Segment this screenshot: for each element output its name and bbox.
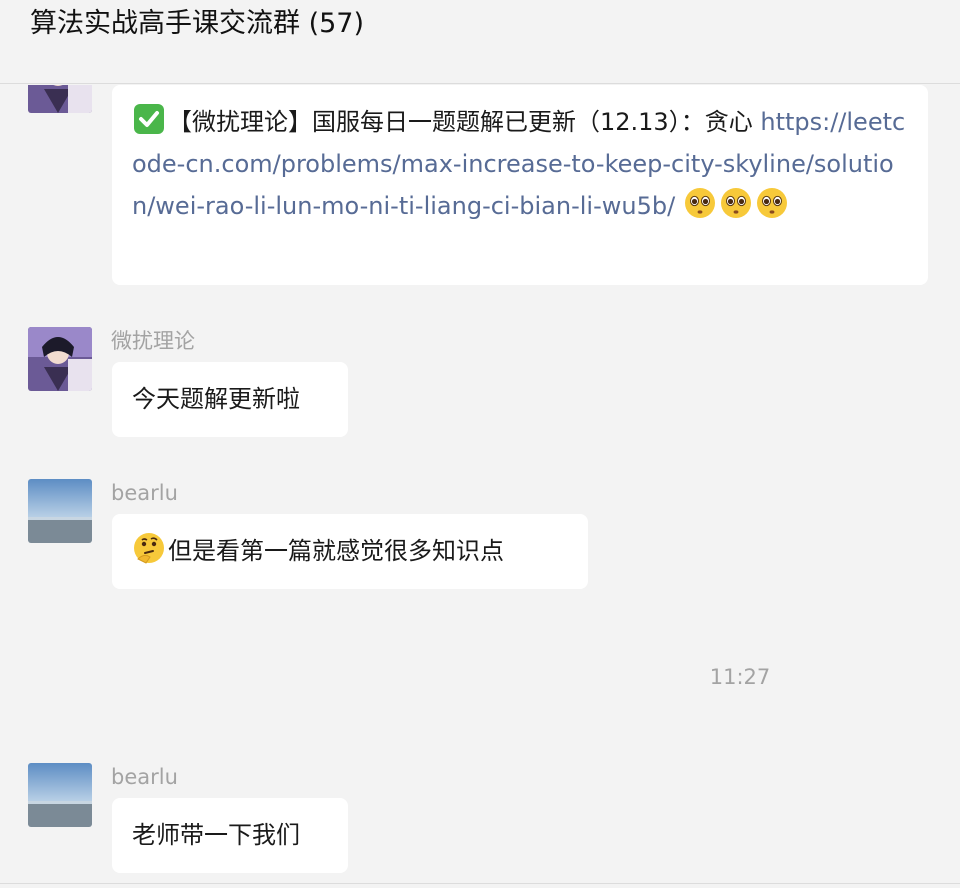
sender-name: 微扰理论: [111, 329, 195, 353]
message-text: 但是看第一篇就感觉很多知识点: [168, 537, 504, 565]
message-text: 老师带一下我们: [132, 821, 300, 849]
pleading-face-emoji: [719, 186, 753, 220]
sender-name: bearlu: [111, 765, 178, 789]
pleading-face-emoji: [755, 186, 789, 220]
message-bubble[interactable]: 今天题解更新啦: [112, 362, 348, 437]
message-bubble[interactable]: 但是看第一篇就感觉很多知识点: [112, 514, 588, 589]
emoji-group: [683, 188, 791, 220]
message-list[interactable]: 【微扰理论】国服每日一题题解已更新（12.13）：贪心 https://leet…: [0, 85, 960, 888]
pleading-face-emoji: [683, 186, 717, 220]
message-bubble[interactable]: 【微扰理论】国服每日一题题解已更新（12.13）：贪心 https://leet…: [112, 85, 928, 285]
message-bubble[interactable]: 老师带一下我们: [112, 798, 348, 873]
avatar[interactable]: [28, 763, 92, 827]
avatar[interactable]: [28, 85, 92, 113]
check-mark-emoji: [132, 102, 166, 136]
thinking-face-emoji: [132, 531, 166, 565]
timestamp: 11:27: [709, 665, 771, 689]
avatar[interactable]: [28, 479, 92, 543]
input-divider: [0, 883, 960, 888]
chat-title[interactable]: 算法实战高手课交流群 (57): [30, 6, 364, 42]
avatar[interactable]: [28, 327, 92, 391]
message-text: 今天题解更新啦: [132, 385, 300, 413]
sender-name: bearlu: [111, 481, 178, 505]
chat-header: 算法实战高手课交流群 (57): [0, 0, 960, 84]
message-text: 【微扰理论】国服每日一题题解已更新（12.13）：贪心: [168, 108, 753, 136]
